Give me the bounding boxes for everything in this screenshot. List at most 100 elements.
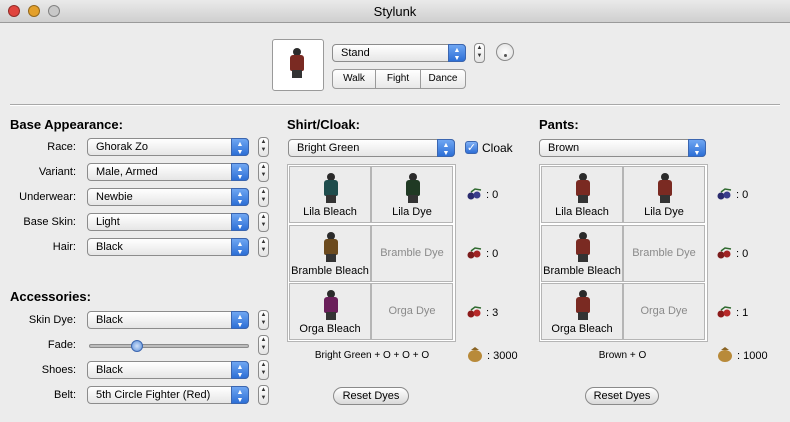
belt-stepper[interactable]: ▲ ▼ — [258, 385, 269, 405]
hair-select[interactable]: Black ▲ ▼ — [87, 238, 249, 256]
shirt-cloak-header: Shirt/Cloak: — [287, 117, 360, 132]
window-title: Stylunk — [373, 4, 417, 19]
pants-orga-count: : 1 — [736, 307, 749, 319]
pose-stepper[interactable]: ▲ ▼ — [474, 43, 485, 63]
base-skin-select[interactable]: Light ▲ ▼ — [87, 213, 249, 231]
pants-lila-count: : 0 — [736, 189, 749, 201]
dye-cell-label: Lila Dye — [392, 206, 432, 218]
dye-cell-label: Lila Bleach — [555, 206, 609, 218]
pants-orga-dye-cell: Orga Dye — [623, 283, 705, 340]
accessories-header: Accessories: — [10, 289, 91, 304]
skin-dye-select[interactable]: Black ▲ ▼ — [87, 311, 249, 329]
belt-select[interactable]: 5th Circle Fighter (Red) ▲ ▼ — [87, 386, 249, 404]
character-preview — [272, 39, 324, 91]
base-skin-label: Base Skin: — [23, 216, 76, 228]
underwear-label: Underwear: — [19, 191, 76, 203]
fade-slider-knob[interactable] — [130, 340, 143, 352]
race-stepper[interactable]: ▲ ▼ — [258, 137, 269, 157]
chevron-updown-icon: ▲ ▼ — [231, 188, 249, 206]
dance-button[interactable]: Dance — [420, 69, 466, 89]
shoes-select-value: Black — [96, 364, 123, 376]
underwear-select[interactable]: Newbie ▲ ▼ — [87, 188, 249, 206]
pants-orga-bleach-cell[interactable]: Orga Bleach — [541, 283, 623, 340]
dye-cell-label: Lila Dye — [644, 206, 684, 218]
dye-cell-label: Orga Bleach — [299, 323, 361, 335]
rotate-dial[interactable] — [496, 43, 514, 61]
race-select-value: Ghorak Zo — [96, 141, 148, 153]
character-sprite-icon — [658, 173, 672, 203]
skin-dye-select-value: Black — [96, 314, 123, 326]
pants-cost: : 1000 — [737, 350, 768, 362]
pants-reset-dyes-button[interactable]: Reset Dyes — [585, 387, 659, 405]
bramble-berry-icon — [717, 247, 732, 259]
shirt-lila-bleach-cell[interactable]: Lila Bleach — [289, 166, 371, 223]
shoes-label: Shoes: — [41, 364, 76, 376]
walk-button[interactable]: Walk — [332, 69, 376, 89]
pants-color-select-value: Brown — [548, 142, 580, 154]
dye-cell-label: Bramble Dye — [632, 247, 696, 259]
base-appearance-header: Base Appearance: — [10, 117, 123, 132]
race-select[interactable]: Ghorak Zo ▲ ▼ — [87, 138, 249, 156]
dye-cell-label: Orga Dye — [388, 305, 436, 317]
chevron-updown-icon: ▲ ▼ — [231, 213, 249, 231]
character-sprite-icon — [324, 290, 338, 320]
variant-stepper[interactable]: ▲ ▼ — [258, 162, 269, 182]
chevron-updown-icon: ▲ ▼ — [231, 386, 249, 404]
orga-berry-icon — [717, 306, 732, 318]
belt-select-value: 5th Circle Fighter (Red) — [96, 389, 211, 401]
pants-bramble-bleach-cell[interactable]: Bramble Bleach — [541, 225, 623, 282]
character-sprite-icon — [576, 290, 590, 320]
chevron-updown-icon: ▲ ▼ — [437, 139, 455, 157]
shirt-lila-count: : 0 — [486, 189, 499, 201]
shirt-color-select[interactable]: Bright Green ▲ ▼ — [288, 139, 455, 157]
shirt-orga-bleach-cell[interactable]: Orga Bleach — [289, 283, 371, 340]
shirt-summary: Bright Green + O + O + O — [314, 350, 430, 361]
race-label: Race: — [47, 141, 76, 153]
character-sprite-icon — [406, 173, 420, 203]
pants-summary: Brown + O — [598, 350, 647, 361]
underwear-stepper[interactable]: ▲ ▼ — [258, 187, 269, 207]
shirt-bramble-dye-cell: Bramble Dye — [371, 225, 453, 282]
fade-label: Fade: — [47, 339, 76, 351]
skin-dye-label: Skin Dye: — [28, 314, 76, 326]
shirt-lila-dye-cell[interactable]: Lila Dye — [371, 166, 453, 223]
underwear-select-value: Newbie — [96, 191, 133, 203]
cloak-checkbox[interactable]: ✓ — [465, 141, 478, 154]
shirt-orga-count: : 3 — [486, 307, 499, 319]
pants-bramble-count: : 0 — [736, 248, 749, 260]
chevron-updown-icon: ▲ ▼ — [231, 238, 249, 256]
pants-color-select[interactable]: Brown ▲ ▼ — [539, 139, 706, 157]
shirt-bramble-count: : 0 — [486, 248, 499, 260]
pants-lila-dye-cell[interactable]: Lila Dye — [623, 166, 705, 223]
base-skin-stepper[interactable]: ▲ ▼ — [258, 212, 269, 232]
dye-cell-label: Bramble Bleach — [291, 265, 369, 277]
dye-cell-label: Bramble Bleach — [543, 265, 621, 277]
dye-cell-label: Lila Bleach — [303, 206, 357, 218]
shirt-cost: : 3000 — [487, 350, 518, 362]
shirt-bramble-bleach-cell[interactable]: Bramble Bleach — [289, 225, 371, 282]
dye-cell-label: Bramble Dye — [380, 247, 444, 259]
shirt-color-select-value: Bright Green — [297, 142, 360, 154]
chevron-updown-icon: ▲ ▼ — [231, 361, 249, 379]
shirt-reset-dyes-button[interactable]: Reset Dyes — [333, 387, 409, 405]
hair-stepper[interactable]: ▲ ▼ — [258, 237, 269, 257]
hair-select-value: Black — [96, 241, 123, 253]
dye-cell-label: Orga Dye — [640, 305, 688, 317]
character-sprite-icon — [576, 173, 590, 203]
shoes-stepper[interactable]: ▲ ▼ — [258, 360, 269, 380]
pants-bramble-dye-cell: Bramble Dye — [623, 225, 705, 282]
fade-slider-track[interactable] — [89, 340, 249, 352]
skin-dye-stepper[interactable]: ▲ ▼ — [258, 310, 269, 330]
chevron-updown-icon: ▲ ▼ — [231, 163, 249, 181]
cloak-label: Cloak — [482, 141, 513, 155]
belt-label: Belt: — [53, 389, 76, 401]
fade-stepper[interactable]: ▲ ▼ — [258, 335, 269, 355]
fight-button[interactable]: Fight — [375, 69, 421, 89]
pose-select[interactable]: Stand ▲ ▼ — [332, 44, 466, 62]
divider — [10, 104, 780, 106]
character-sprite-icon — [576, 232, 590, 262]
variant-select[interactable]: Male, Armed ▲ ▼ — [87, 163, 249, 181]
orga-berry-icon — [467, 306, 482, 318]
pants-lila-bleach-cell[interactable]: Lila Bleach — [541, 166, 623, 223]
shoes-select[interactable]: Black ▲ ▼ — [87, 361, 249, 379]
